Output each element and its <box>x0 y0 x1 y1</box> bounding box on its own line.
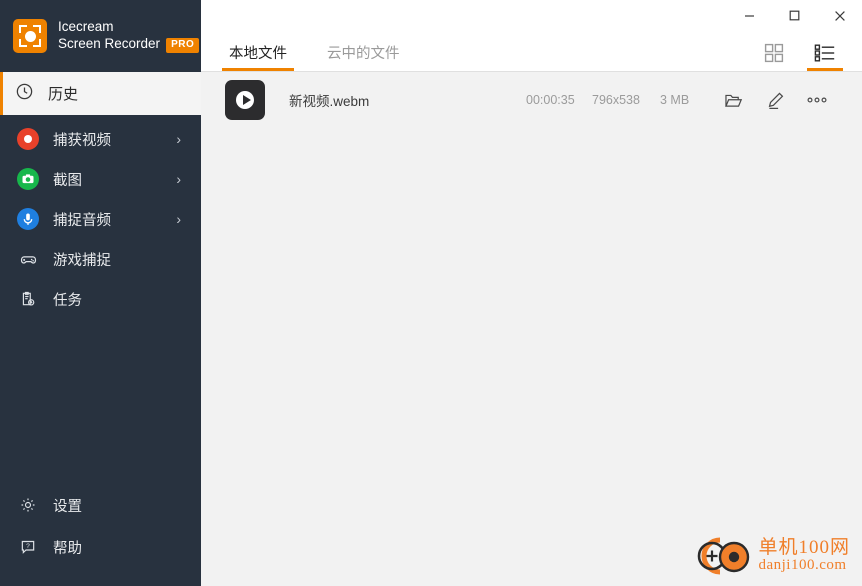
camera-icon <box>15 168 41 190</box>
list-view-icon[interactable] <box>807 43 843 71</box>
sidebar: Icecream Screen Recorder PRO 历史 捕获视频 › 截… <box>0 0 201 586</box>
sidebar-item-help[interactable]: ? 帮助 <box>0 526 201 568</box>
pro-badge: PRO <box>166 37 200 54</box>
chevron-right-icon: › <box>176 171 181 187</box>
tab-group: 本地文件 云中的文件 <box>222 42 437 71</box>
open-folder-button[interactable] <box>712 90 754 111</box>
record-frame-icon <box>13 19 47 53</box>
brand-line1: Icecream <box>58 19 114 35</box>
tab-cloud-files[interactable]: 云中的文件 <box>324 42 403 71</box>
file-actions <box>712 90 838 111</box>
sidebar-item-game-capture-label: 游戏捕捉 <box>53 252 111 269</box>
sidebar-item-history-label: 历史 <box>48 86 79 103</box>
gear-icon <box>15 495 41 515</box>
sidebar-item-capture-audio[interactable]: 捕捉音频 › <box>0 199 201 239</box>
file-resolution: 796x538 <box>592 93 640 107</box>
sidebar-item-tasks-label: 任务 <box>53 292 82 309</box>
record-circle-icon <box>15 128 41 150</box>
tab-local-files[interactable]: 本地文件 <box>222 42 294 71</box>
clock-icon <box>15 82 34 106</box>
brand-line2: Screen Recorder <box>58 36 161 51</box>
maximize-button[interactable] <box>772 0 817 31</box>
microphone-icon <box>15 208 41 230</box>
grid-view-icon[interactable] <box>764 43 784 71</box>
sidebar-item-settings-label: 设置 <box>53 498 82 515</box>
sidebar-nav: 捕获视频 › 截图 › 捕捉音频 › 游戏捕捉 任务 <box>0 115 201 319</box>
sidebar-item-help-label: 帮助 <box>53 540 82 557</box>
sidebar-item-game-capture[interactable]: 游戏捕捉 <box>0 239 201 279</box>
file-meta: 00:00:35 796x538 3 MB <box>526 93 712 107</box>
file-duration: 00:00:35 <box>526 93 575 107</box>
sidebar-item-capture-video[interactable]: 捕获视频 › <box>0 119 201 159</box>
view-toggle-group <box>734 43 843 71</box>
sidebar-item-tasks[interactable]: 任务 <box>0 279 201 319</box>
close-button[interactable] <box>817 0 862 31</box>
tab-bar: 本地文件 云中的文件 <box>201 31 862 72</box>
sidebar-item-settings[interactable]: 设置 <box>0 484 201 526</box>
more-options-button[interactable] <box>796 96 838 104</box>
help-bubble-icon: ? <box>15 537 41 557</box>
sidebar-bottom-nav: 设置 ? 帮助 <box>0 484 201 586</box>
app-brand: Icecream Screen Recorder PRO <box>0 0 201 72</box>
gamepad-icon <box>15 249 41 270</box>
file-size: 3 MB <box>660 93 690 107</box>
file-name: 新视频.webm <box>289 94 370 109</box>
sidebar-item-screenshot-label: 截图 <box>53 172 82 189</box>
edit-button[interactable] <box>754 90 796 111</box>
title-bar <box>201 0 862 31</box>
clipboard-clock-icon <box>15 289 41 309</box>
video-play-thumbnail <box>225 80 265 120</box>
sidebar-item-capture-video-label: 捕获视频 <box>53 132 111 149</box>
sidebar-item-capture-audio-label: 捕捉音频 <box>53 212 111 229</box>
main-area: 本地文件 云中的文件 新视频.webm 00:00:35 796x538 3 M… <box>201 0 862 586</box>
list-item[interactable]: 新视频.webm 00:00:35 796x538 3 MB <box>201 72 862 128</box>
app-window: Icecream Screen Recorder PRO 历史 捕获视频 › 截… <box>0 0 862 586</box>
sidebar-item-history[interactable]: 历史 <box>0 72 201 115</box>
file-list: 新视频.webm 00:00:35 796x538 3 MB <box>201 72 862 586</box>
sidebar-item-screenshot[interactable]: 截图 › <box>0 159 201 199</box>
chevron-right-icon: › <box>176 131 181 147</box>
chevron-right-icon: › <box>176 211 181 227</box>
svg-text:?: ? <box>26 543 30 550</box>
minimize-button[interactable] <box>727 0 772 31</box>
